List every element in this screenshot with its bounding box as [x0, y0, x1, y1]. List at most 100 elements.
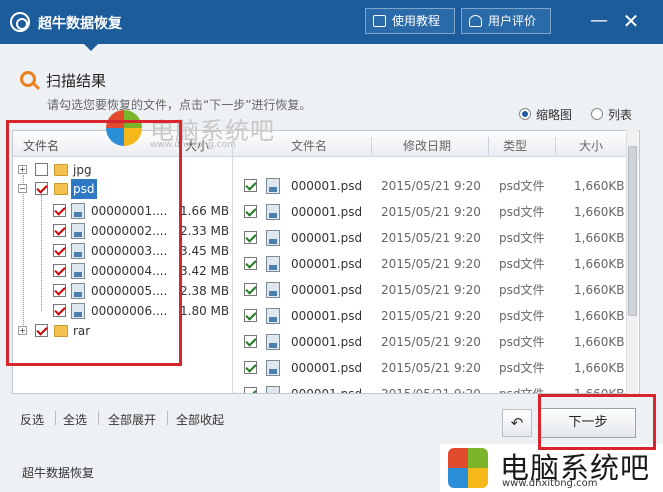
back-button[interactable]: ↶ — [502, 409, 532, 437]
psd-file-icon — [266, 360, 280, 376]
psd-file-icon — [266, 308, 280, 324]
psd-file-icon — [266, 334, 280, 350]
expand-all-link[interactable]: 全部展开 — [108, 411, 156, 428]
list-row[interactable]: 000001.psd 2015/05/21 9:20 psd文件 1,660KB — [233, 303, 627, 329]
row-name: 000001.psd — [291, 205, 363, 219]
psd-file-icon — [266, 230, 280, 246]
checkbox[interactable] — [244, 309, 257, 322]
list-row[interactable]: 000001.psd 2015/05/21 9:20 psd文件 1,660KB — [233, 329, 627, 355]
radio-unselected-icon — [591, 108, 603, 120]
close-button[interactable]: ✕ — [620, 10, 642, 32]
row-date: 2015/05/21 9:20 — [381, 361, 481, 375]
file-list: 文件名 修改日期 类型 大小 000001.psd 2015/05/21 9:2… — [233, 131, 639, 393]
action-separator — [55, 411, 56, 425]
invert-selection-link[interactable]: 反选 — [20, 411, 44, 428]
review-label: 用户评价 — [488, 14, 537, 28]
radio-selected-icon — [519, 108, 531, 120]
minimize-button[interactable]: — — [588, 10, 610, 32]
list-row[interactable]: 000001.psd 2015/05/21 9:20 psd文件 1,660KB — [233, 355, 627, 381]
column-separator — [488, 137, 489, 155]
footer-label: 超牛数据恢复 — [22, 466, 95, 480]
file-size: 2.38 MB — [180, 284, 230, 298]
app-logo-icon — [10, 12, 30, 32]
list-row[interactable]: 000001.psd 2015/05/21 9:20 psd文件 1,660KB — [233, 381, 627, 394]
checkbox[interactable] — [244, 179, 257, 192]
checkbox[interactable] — [244, 231, 257, 244]
badge-icon — [469, 15, 482, 27]
row-type: psd文件 — [499, 361, 545, 375]
column-separator — [555, 137, 556, 155]
col-header-date[interactable]: 修改日期 — [403, 137, 451, 154]
section-title: 扫描结果 — [46, 72, 107, 90]
list-row[interactable]: 000001.psd 2015/05/21 9:20 psd文件 1,660KB — [233, 225, 627, 251]
checkbox[interactable] — [244, 205, 257, 218]
row-type: psd文件 — [499, 231, 545, 245]
checkbox[interactable] — [244, 283, 257, 296]
view-list-label: 列表 — [608, 108, 633, 122]
list-row[interactable]: 000001.psd 2015/05/21 9:20 psd文件 1,660KB — [233, 251, 627, 277]
review-button[interactable]: 用户评价 — [461, 8, 551, 34]
row-date: 2015/05/21 9:20 — [381, 387, 481, 394]
list-row[interactable]: 000001.psd 2015/05/21 9:20 psd文件 1,660KB — [233, 173, 627, 199]
collapse-all-link[interactable]: 全部收起 — [176, 411, 224, 428]
row-type: psd文件 — [499, 387, 545, 394]
guide-button[interactable]: 使用教程 — [365, 8, 455, 34]
select-all-link[interactable]: 全选 — [63, 411, 87, 428]
watermark-banner: 电脑系统吧 www.dnxitong.com — [440, 444, 663, 492]
row-type: psd文件 — [499, 309, 545, 323]
checkbox[interactable] — [244, 361, 257, 374]
row-size: 1,660KB — [574, 231, 625, 245]
vertical-scrollbar[interactable] — [626, 130, 638, 394]
windows-logo-icon — [448, 448, 488, 488]
list-row[interactable]: 000001.psd 2015/05/21 9:20 psd文件 1,660KB — [233, 277, 627, 303]
row-name: 000001.psd — [291, 257, 363, 271]
row-size: 1,660KB — [574, 309, 625, 323]
checkbox[interactable] — [244, 387, 257, 393]
row-date: 2015/05/21 9:20 — [381, 309, 481, 323]
row-date: 2015/05/21 9:20 — [381, 283, 481, 297]
row-name: 000001.psd — [291, 179, 363, 193]
psd-file-icon — [266, 282, 280, 298]
row-date: 2015/05/21 9:20 — [381, 179, 481, 193]
view-list-radio[interactable]: 列表 — [591, 106, 632, 123]
row-date: 2015/05/21 9:20 — [381, 335, 481, 349]
psd-file-icon — [266, 178, 280, 194]
row-size: 1,660KB — [574, 179, 625, 193]
list-row[interactable]: 000001.psd 2015/05/21 9:20 psd文件 1,660KB — [233, 199, 627, 225]
watermark-banner-url: www.dnxitong.com — [502, 478, 598, 489]
checkbox[interactable] — [244, 257, 257, 270]
checkbox[interactable] — [244, 335, 257, 348]
row-name: 000001.psd — [291, 309, 363, 323]
col-header-size[interactable]: 大小 — [579, 137, 603, 154]
row-date: 2015/05/21 9:20 — [381, 257, 481, 271]
view-thumbnail-radio[interactable]: 缩略图 — [519, 106, 572, 123]
row-type: psd文件 — [499, 205, 545, 219]
psd-file-icon — [266, 386, 280, 393]
row-size: 1,660KB — [574, 283, 625, 297]
row-name: 000001.psd — [291, 387, 363, 394]
psd-file-icon — [266, 256, 280, 272]
psd-file-icon — [266, 204, 280, 220]
view-thumbnail-label: 缩略图 — [536, 108, 573, 122]
row-name: 000001.psd — [291, 231, 363, 245]
row-date: 2015/05/21 9:20 — [381, 205, 481, 219]
row-type: psd文件 — [499, 335, 545, 349]
guide-label: 使用教程 — [392, 14, 441, 28]
tab-pointer — [84, 44, 98, 51]
scroll-thumb[interactable] — [628, 146, 637, 316]
row-size: 1,660KB — [574, 361, 625, 375]
file-size: 1.80 MB — [180, 304, 230, 318]
row-name: 000001.psd — [291, 283, 363, 297]
title-bar: 超牛数据恢复 使用教程 用户评价 — ✕ — [0, 0, 663, 44]
row-size: 1,660KB — [574, 387, 625, 394]
row-name: 000001.psd — [291, 335, 363, 349]
row-size: 1,660KB — [574, 335, 625, 349]
column-separator — [371, 137, 372, 155]
col-header-name[interactable]: 文件名 — [291, 137, 327, 154]
highlight-box-next — [538, 394, 656, 450]
search-icon — [20, 71, 36, 87]
list-header: 文件名 修改日期 类型 大小 — [233, 131, 639, 157]
col-header-type[interactable]: 类型 — [503, 137, 527, 154]
action-separator — [167, 411, 168, 425]
file-size: 3.42 MB — [180, 264, 230, 278]
